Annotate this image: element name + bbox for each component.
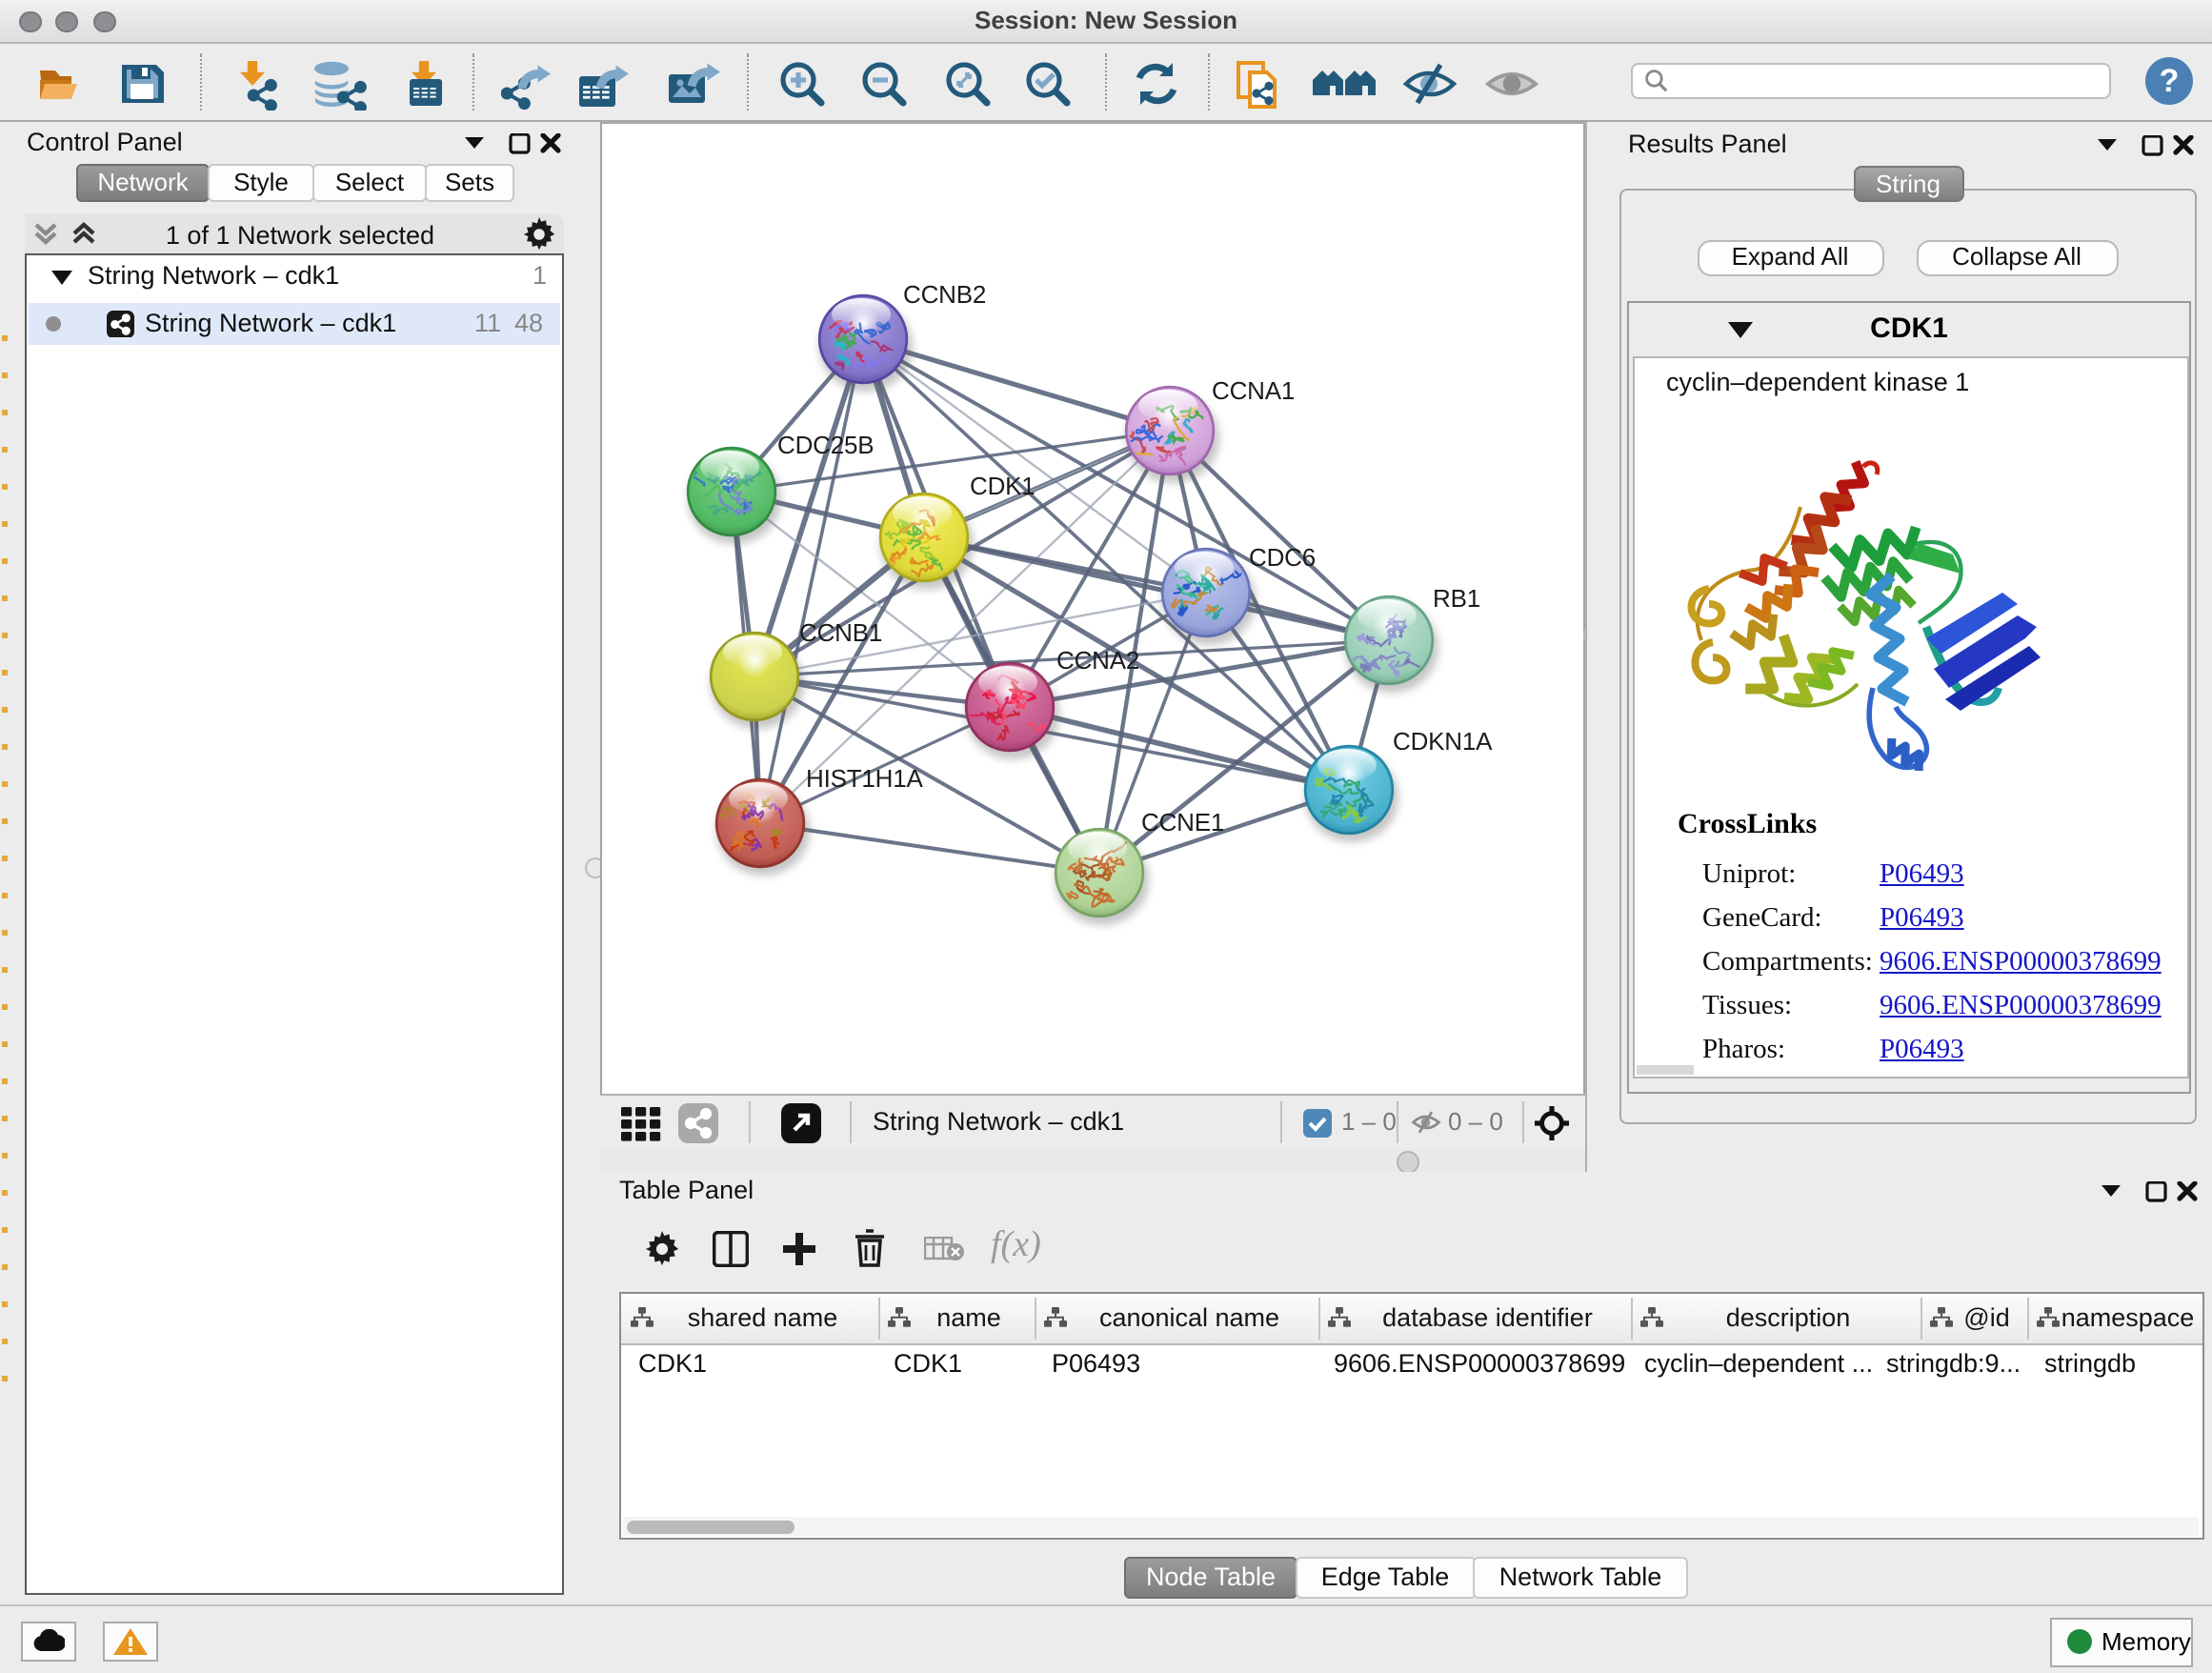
svg-text:CDKN1A: CDKN1A (1393, 727, 1493, 756)
svg-text:CDC6: CDC6 (1249, 543, 1316, 572)
svg-text:CCNA2: CCNA2 (1056, 646, 1139, 675)
svg-text:CCNE1: CCNE1 (1141, 808, 1224, 836)
svg-text:CCNB1: CCNB1 (799, 618, 882, 647)
svg-text:RB1: RB1 (1433, 584, 1480, 613)
svg-text:CCNA1: CCNA1 (1212, 376, 1295, 405)
svg-text:HIST1H1A: HIST1H1A (806, 764, 924, 793)
svg-text:CDK1: CDK1 (970, 472, 1036, 500)
svg-text:CCNB2: CCNB2 (903, 280, 986, 309)
svg-text:CDC25B: CDC25B (777, 431, 874, 459)
